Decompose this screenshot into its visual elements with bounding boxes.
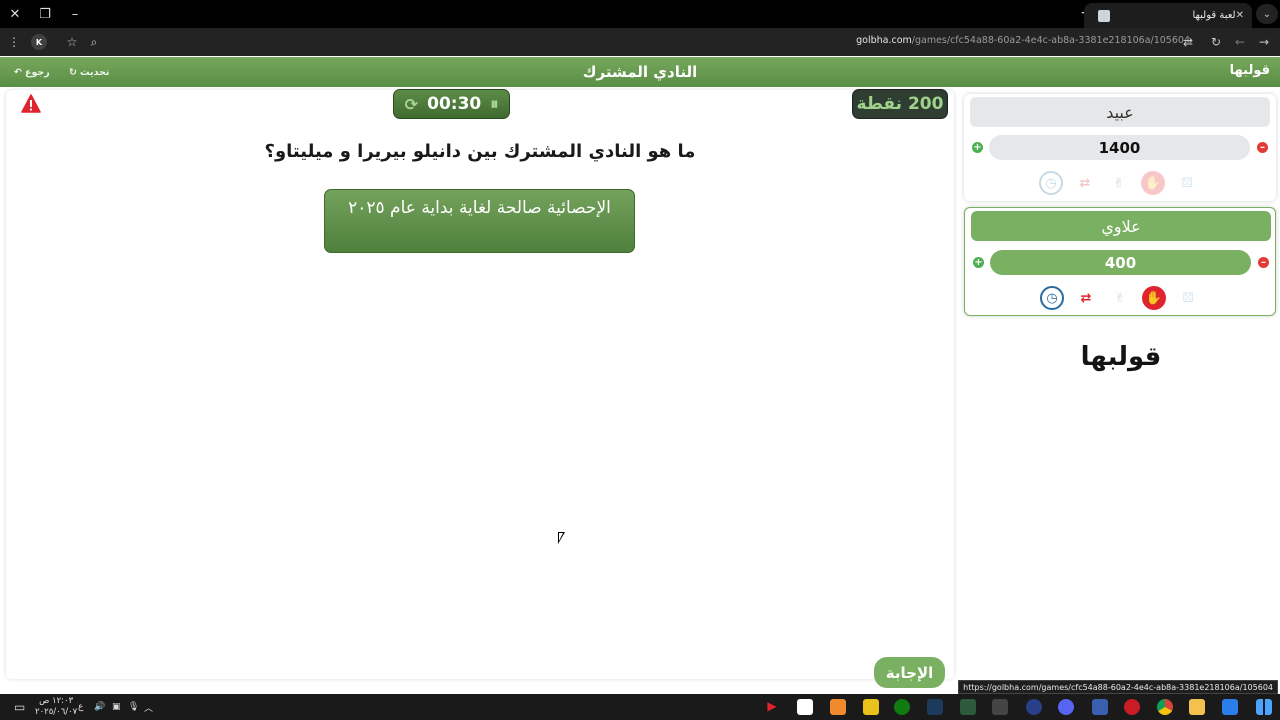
browser-tab-bar: ✕ ❐ – + ✕ لعبة قولبها ⌄ (0, 0, 1280, 28)
extension-k-icon[interactable]: K (31, 34, 47, 50)
minimize-window-icon[interactable]: – (60, 0, 90, 28)
dice-icon[interactable]: ⚄ (1175, 171, 1199, 195)
obs-icon[interactable] (992, 699, 1008, 715)
store-icon[interactable] (1222, 699, 1238, 715)
minus-icon[interactable]: – (1257, 142, 1268, 153)
media-player-icon[interactable] (1026, 699, 1042, 715)
tab-favicon-icon (1098, 9, 1110, 22)
youtube-music-icon[interactable]: ▶ (764, 699, 780, 715)
app-header: رجوع ↶ تحديث ↻ النادي المشترك قولبها (0, 57, 1280, 87)
plus-icon[interactable]: + (973, 257, 984, 268)
windows-start-icon[interactable] (1256, 699, 1272, 715)
refresh-icon[interactable]: ⟳ (405, 95, 418, 114)
question-panel (6, 90, 954, 679)
forward-icon[interactable]: ← (1230, 32, 1250, 52)
tab-search-button[interactable]: ⌄ (1256, 4, 1278, 24)
page-title: النادي المشترك (582, 63, 698, 81)
timer-value: 00:30 (427, 94, 482, 114)
stopwatch-icon[interactable]: ◷ (1040, 286, 1064, 310)
team-card-1: عبيد + 1400 – ◷ ⇄ ✌ ✋ ⚄ (964, 94, 1276, 201)
lifelines-row: ◷ ⇄ ✌ ✋ ⚄ (1039, 170, 1199, 196)
clock-date: ٢٠٢٥/٠٦/٠٧ (35, 707, 78, 717)
file-explorer-icon[interactable] (1189, 699, 1205, 715)
two-fingers-icon[interactable]: ✌ (1107, 171, 1131, 195)
stopwatch-icon[interactable]: ◷ (1039, 171, 1063, 195)
volume-icon[interactable]: 🔊 (94, 694, 105, 720)
tray-chevron-icon[interactable]: ︿ (144, 694, 153, 720)
rockstar-icon[interactable] (863, 699, 879, 715)
status-bar-url: https://golbha.com/games/cfc54a88-60a2-4… (958, 680, 1278, 694)
clock-time: ١٢:٠٣ ص (39, 696, 74, 706)
dice-icon[interactable]: ⚄ (1176, 286, 1200, 310)
warning-triangle-icon[interactable] (21, 94, 41, 113)
browser-menu-icon[interactable]: ⋮ (4, 32, 24, 52)
team-card-2: علاوي + 400 – ◷ ⇄ ✌ ✋ ⚄ (964, 207, 1276, 316)
hint-box: الإحصائية صالحة لغاية بداية عام ٢٠٢٥ (324, 189, 635, 253)
close-window-icon[interactable]: ✕ (0, 0, 30, 28)
excel-icon[interactable] (960, 699, 976, 715)
notification-icon[interactable]: ▭ (14, 694, 25, 720)
bookmark-star-icon[interactable]: ☆ (62, 32, 82, 52)
hand-stop-icon[interactable]: ✋ (1141, 171, 1165, 195)
recorder-icon[interactable] (1124, 699, 1140, 715)
xbox-icon[interactable] (894, 699, 910, 715)
pause-icon[interactable]: ⏸ (490, 94, 498, 114)
zoom-search-icon[interactable]: ⌕ (84, 32, 104, 52)
clock[interactable]: ١٢:٠٣ ص ٢٠٢٥/٠٦/٠٧ (35, 696, 77, 718)
chrome-icon[interactable] (1157, 699, 1173, 715)
restore-window-icon[interactable]: ❐ (30, 0, 60, 28)
side-logo: قولبها (1076, 342, 1166, 372)
two-fingers-icon[interactable]: ✌ (1108, 286, 1132, 310)
url-field[interactable]: golbha.com/games/cfc54a88-60a2-4e4c-ab8a… (856, 35, 1190, 46)
language-indicator[interactable]: ع (78, 694, 83, 720)
tab-title: لعبة قولبها (1192, 10, 1236, 21)
team-name: علاوي (971, 211, 1271, 241)
steam-icon[interactable] (927, 699, 943, 715)
discord-icon[interactable] (1058, 699, 1074, 715)
taskbar: ▭ ١٢:٠٣ ص ٢٠٢٥/٠٦/٠٧ ع 🔊 ▣ 🎙 ︿ ▶ (0, 694, 1280, 720)
browser-tab[interactable]: ✕ لعبة قولبها (1084, 3, 1252, 28)
mouse-cursor (558, 532, 565, 544)
microphone-icon[interactable]: 🎙 (128, 694, 139, 720)
side-logo-text: قولبها (1080, 342, 1162, 372)
back-icon[interactable]: → (1254, 32, 1274, 52)
question-text: ما هو النادي المشترك بين دانيلو بيريرا و… (264, 141, 696, 162)
timer: ⟳ 00:30 ⏸ (393, 89, 510, 119)
capcut-icon[interactable] (797, 699, 813, 715)
team-name: عبيد (970, 97, 1270, 127)
header-logo[interactable]: قولبها (1230, 63, 1270, 78)
hand-stop-icon[interactable]: ✋ (1142, 286, 1166, 310)
site-settings-icon[interactable]: ⇄ (1178, 32, 1198, 52)
network-icon[interactable]: ▣ (112, 694, 121, 720)
lifelines-row: ◷ ⇄ ✌ ✋ ⚄ (1040, 285, 1200, 311)
app-orange-icon[interactable] (830, 699, 846, 715)
close-tab-icon[interactable]: ✕ (1236, 10, 1244, 21)
points-badge: 200 نقطة (852, 89, 948, 119)
minus-icon[interactable]: – (1258, 257, 1269, 268)
team-score: 1400 (989, 135, 1250, 160)
plus-icon[interactable]: + (972, 142, 983, 153)
swap-icon[interactable]: ⇄ (1074, 286, 1098, 310)
swap-icon[interactable]: ⇄ (1073, 171, 1097, 195)
app-blue-icon[interactable] (1092, 699, 1108, 715)
reload-icon[interactable]: ↻ (1206, 32, 1226, 52)
team-score: 400 (990, 250, 1251, 275)
answer-button[interactable]: الإجابة (874, 657, 945, 688)
